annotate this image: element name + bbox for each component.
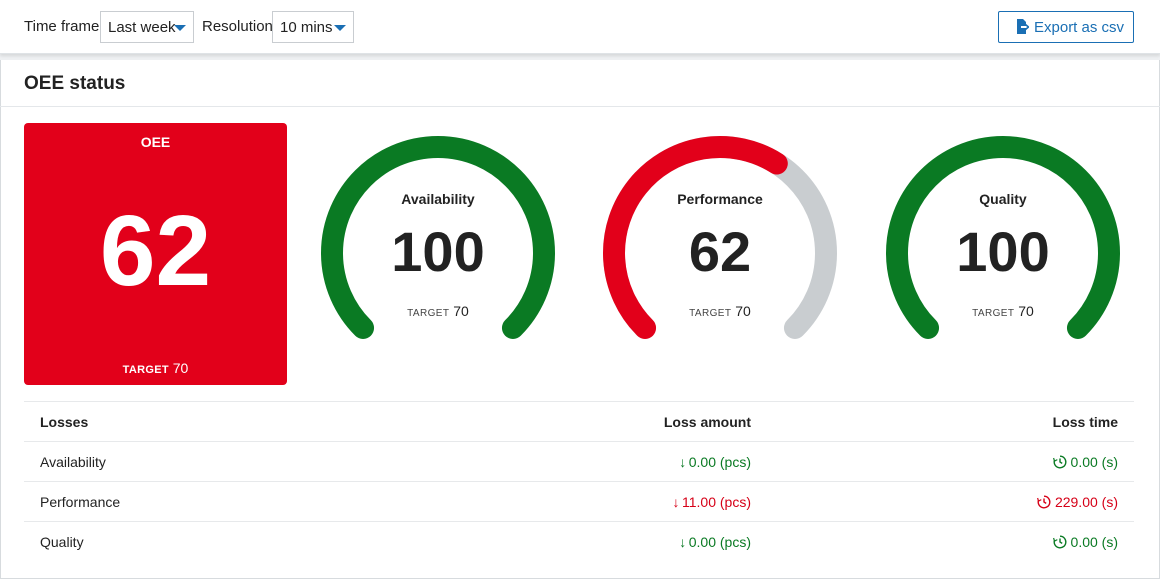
loss-amount: ↓ 11.00 (pcs) [670, 494, 752, 510]
gauge-name: Availability [401, 191, 475, 207]
arrow-down-icon: ↓ [679, 534, 687, 550]
oee-target-value: 70 [172, 360, 189, 376]
section-divider [0, 106, 1160, 107]
gauge-target-label: TARGET [972, 308, 1015, 319]
loss-time: 0.00 (s) [1052, 534, 1118, 552]
loss-name: Availability [40, 454, 106, 470]
loss-amount-value: 0.00 (pcs) [688, 454, 751, 470]
arrow-down-icon: ↓ [679, 454, 687, 470]
time-frame-select[interactable]: Last week [100, 11, 194, 43]
header-loss-time: Loss time [1052, 414, 1118, 430]
clock-icon [1052, 455, 1067, 472]
export-file-icon [1016, 19, 1030, 38]
resolution-value: 10 mins [280, 19, 333, 36]
resolution-label: Resolution [202, 18, 273, 35]
clock-icon [1052, 535, 1067, 552]
header-losses: Losses [40, 414, 89, 430]
gauge-value: 62 [688, 220, 752, 283]
gauge-target-value: 70 [1018, 303, 1034, 319]
loss-name: Performance [40, 494, 121, 510]
gauge-target: TARGET 70 [600, 303, 840, 319]
chevron-down-icon [174, 25, 186, 31]
loss-time: 229.00 (s) [1036, 494, 1118, 512]
loss-name: Quality [40, 534, 84, 550]
gauge-performance: Performance 62 TARGET 70 [600, 135, 840, 345]
table-row: Quality ↓ 0.00 (pcs) 0.00 (s) [24, 521, 1134, 561]
gauge-target-value: 70 [453, 303, 469, 319]
loss-time: 0.00 (s) [1052, 454, 1118, 472]
gauge-value: 100 [391, 220, 485, 283]
table-header-row: Losses Loss amount Loss time [24, 401, 1134, 441]
chevron-down-icon [334, 25, 346, 31]
oee-title: OEE [140, 134, 171, 150]
arrow-down-icon: ↓ [672, 494, 680, 510]
gauge-value: 100 [956, 220, 1050, 283]
loss-time-value: 0.00 (s) [1070, 534, 1118, 550]
loss-amount-value: 0.00 (pcs) [688, 534, 751, 550]
clock-icon [1036, 495, 1051, 512]
loss-amount-value: 11.00 (pcs) [682, 494, 751, 510]
time-frame-label: Time frame [24, 18, 100, 35]
oee-target: TARGET 70 [24, 360, 287, 376]
header-loss-amount: Loss amount [663, 414, 751, 430]
gauge-availability: Availability 100 TARGET 70 [318, 135, 558, 345]
loss-amount: ↓ 0.00 (pcs) [677, 534, 751, 550]
gauge-name: Performance [677, 191, 763, 207]
gauge-target: TARGET 70 [318, 303, 558, 319]
gauge-name: Quality [979, 191, 1027, 207]
oee-target-label: TARGET [122, 364, 169, 376]
loss-amount: ↓ 0.00 (pcs) [677, 454, 751, 470]
toolbar: Time frame Last week Resolution 10 mins … [0, 0, 1160, 54]
oee-value: 62 [99, 195, 212, 307]
section-title: OEE status [24, 73, 126, 94]
gauge-target: TARGET 70 [883, 303, 1123, 319]
section-separator [0, 54, 1160, 60]
resolution-select[interactable]: 10 mins [272, 11, 354, 43]
time-frame-value: Last week [108, 19, 176, 36]
gauge-quality: Quality 100 TARGET 70 [883, 135, 1123, 345]
export-csv-button[interactable]: Export as csv [998, 11, 1134, 43]
gauge-target-label: TARGET [407, 308, 450, 319]
loss-time-value: 0.00 (s) [1070, 454, 1118, 470]
gauge-target-value: 70 [735, 303, 751, 319]
export-csv-label: Export as csv [1034, 19, 1125, 36]
oee-card: OEE 62 TARGET 70 [24, 123, 287, 385]
table-row: Availability ↓ 0.00 (pcs) 0.00 (s) [24, 441, 1134, 481]
table-row: Performance ↓ 11.00 (pcs) 229.00 (s) [24, 481, 1134, 521]
gauge-target-label: TARGET [689, 308, 732, 319]
loss-time-value: 229.00 (s) [1054, 494, 1118, 510]
